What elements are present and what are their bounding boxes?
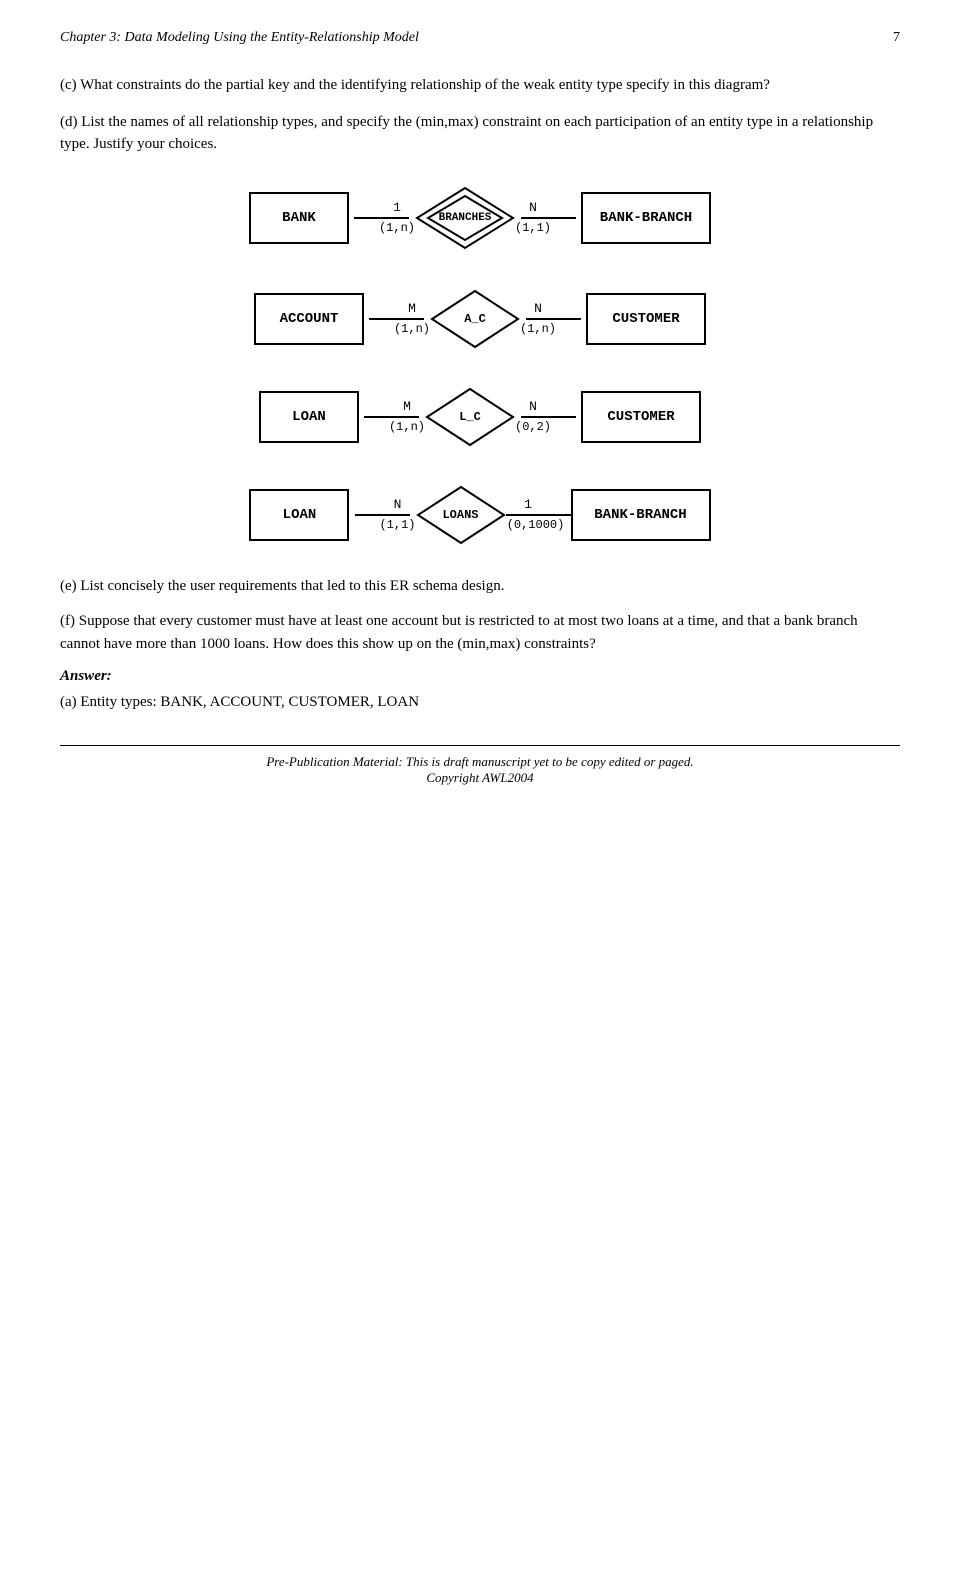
left-line-1 [354,217,409,219]
entity-customer-1: CUSTOMER [586,293,706,345]
left-card-top-2: M [378,301,416,317]
question-d-text: (d) List the names of all relationship t… [60,114,873,153]
question-f-text: (f) Suppose that every customer must hav… [60,613,858,652]
right-card-bottom-2: (1,n) [520,322,586,337]
left-card-top-4: N [364,497,402,513]
diamond-lc: L_C [425,387,515,447]
right-card-bottom-3: (0,2) [515,420,581,435]
left-line-2 [369,318,424,320]
right-card-top-2: N [534,301,572,317]
diagram-2: ACCOUNT M (1,n) A_C N (1,n) CUSTOMER [60,289,900,349]
er-diagrams-section: BANK 1 (1,n) BRANCHES N (1,1 [60,176,900,555]
entity-bank: BANK [249,192,349,244]
left-line-4 [355,514,410,516]
right-card-top-3: N [529,399,567,415]
page: Chapter 3: Data Modeling Using the Entit… [0,0,960,1588]
right-seg-1: N (1,1) [515,200,581,236]
left-card-bottom-4: (1,1) [349,518,415,533]
question-c: (c) What constraints do the partial key … [60,74,900,97]
left-seg-2: M (1,n) [364,301,430,337]
diamond-label-ac: A_C [464,312,486,326]
right-card-top-1: N [529,200,567,216]
answer-a: (a) Entity types: BANK, ACCOUNT, CUSTOME… [60,691,900,714]
left-seg-3: M (1,n) [359,399,425,435]
diamond-label-branches: BRANCHES [439,212,492,224]
diamond-loans: LOANS [416,485,506,545]
diagram-1: BANK 1 (1,n) BRANCHES N (1,1 [60,186,900,251]
right-card-bottom-4: (0,1000) [507,518,570,533]
diamond-label-lc: L_C [459,410,481,424]
right-line-4 [506,514,571,516]
page-number: 7 [893,30,900,46]
entity-bank-branch-2: BANK-BRANCH [571,489,711,541]
left-card-bottom-2: (1,n) [364,322,430,337]
question-f: (f) Suppose that every customer must hav… [60,610,900,657]
page-header: Chapter 3: Data Modeling Using the Entit… [60,30,900,46]
entity-loan-2: LOAN [249,489,349,541]
footer-line1: Pre-Publication Material: This is draft … [60,754,900,770]
left-card-bottom-1: (1,n) [349,221,415,236]
entity-account: ACCOUNT [254,293,364,345]
left-seg-1: 1 (1,n) [349,200,415,236]
left-line-3 [364,416,419,418]
diamond-ac: A_C [430,289,520,349]
question-d: (d) List the names of all relationship t… [60,111,900,156]
diagram-4: LOAN N (1,1) LOANS 1 (0,1000) BANK-BRANC… [60,485,900,545]
right-line-3 [521,416,576,418]
right-line-1 [521,217,576,219]
diamond-label-loans: LOANS [442,508,478,522]
left-card-top-3: M [373,399,411,415]
chapter-title: Chapter 3: Data Modeling Using the Entit… [60,30,419,46]
double-diamond-branches: BRANCHES [415,186,515,251]
answer-a-text: (a) Entity types: BANK, ACCOUNT, CUSTOME… [60,694,419,710]
entity-loan-1: LOAN [259,391,359,443]
right-seg-3: N (0,2) [515,399,581,435]
right-card-top-4: 1 [524,497,552,513]
left-card-bottom-3: (1,n) [359,420,425,435]
entity-customer-2: CUSTOMER [581,391,701,443]
footer-line2: Copyright AWL2004 [60,770,900,786]
right-seg-2: N (1,n) [520,301,586,337]
diagram-3: LOAN M (1,n) L_C N (0,2) CUSTOMER [60,387,900,447]
left-seg-4: N (1,1) [349,497,415,533]
right-line-2 [526,318,581,320]
question-e: (e) List concisely the user requirements… [60,575,900,598]
question-c-text: (c) What constraints do the partial key … [60,77,770,93]
page-footer: Pre-Publication Material: This is draft … [60,745,900,786]
question-e-text: (e) List concisely the user requirements… [60,578,504,594]
entity-bank-branch-1: BANK-BRANCH [581,192,711,244]
right-seg-4: 1 (0,1000) [506,497,571,533]
left-card-top-1: 1 [363,200,401,216]
answer-label: Answer: [60,668,900,685]
right-card-bottom-1: (1,1) [515,221,581,236]
